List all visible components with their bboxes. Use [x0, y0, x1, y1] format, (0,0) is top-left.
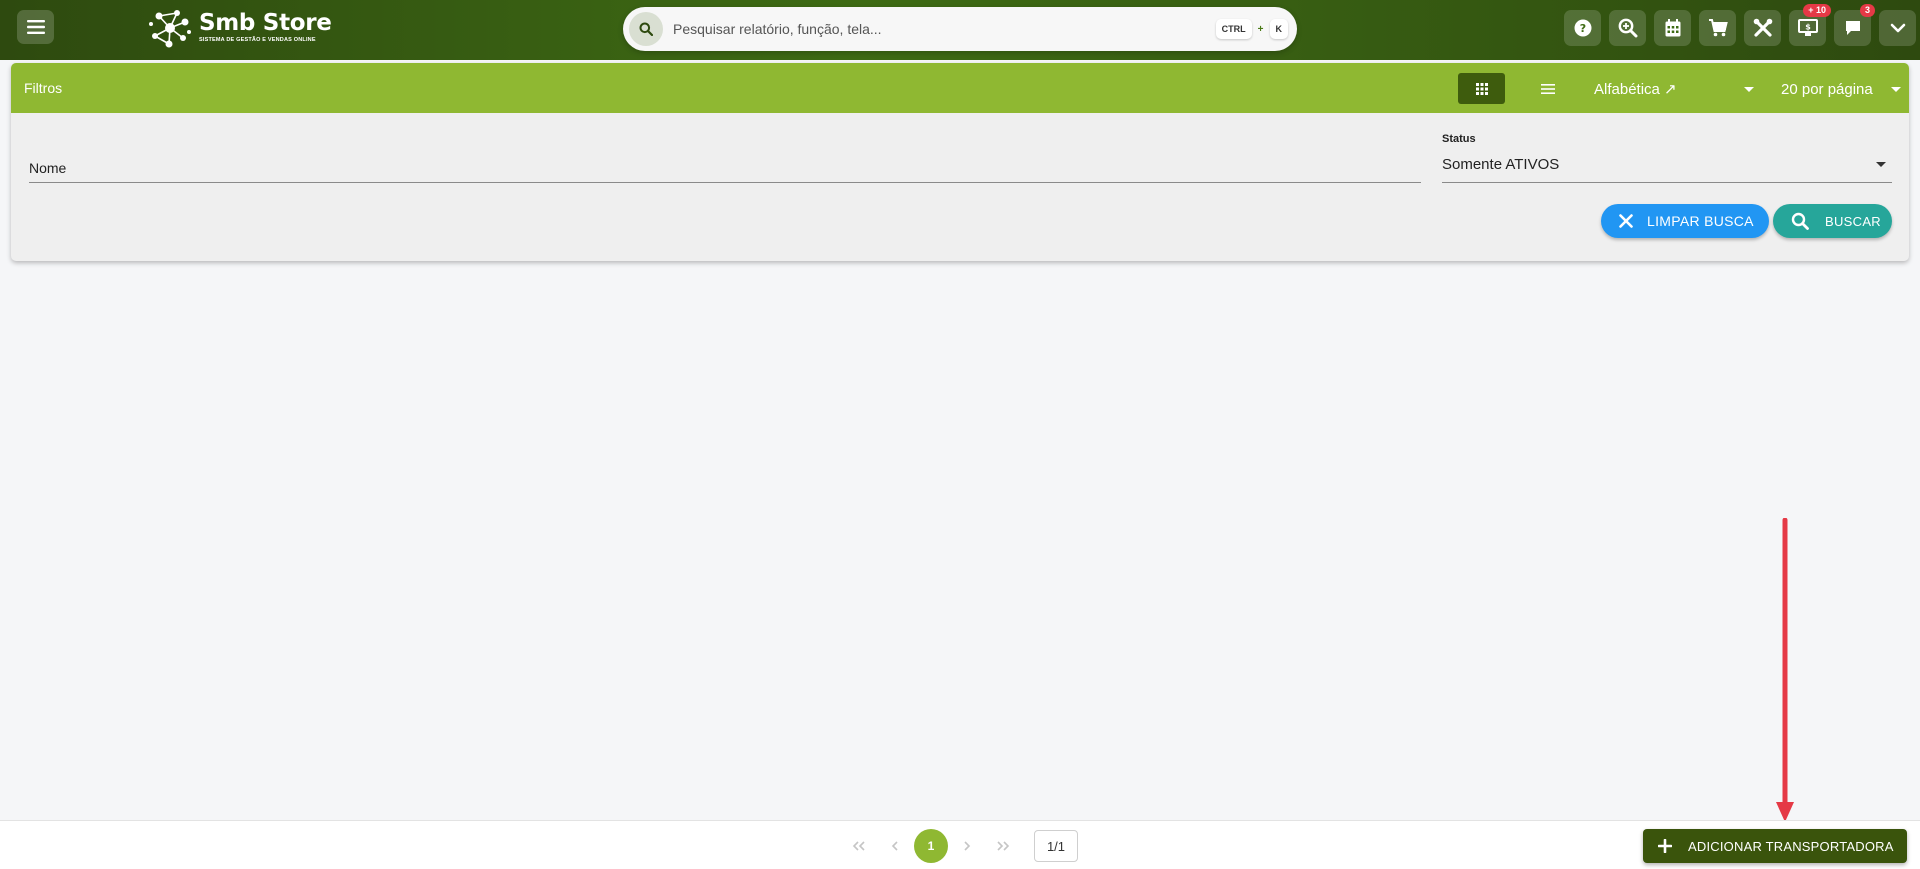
top-navigation-bar: Smb Store SISTEMA DE GESTÃO E VENDAS ONL… — [0, 0, 1920, 60]
brand-network-icon — [149, 10, 191, 48]
help-button[interactable]: ? — [1564, 10, 1601, 46]
clear-search-label: LIMPAR BUSCA — [1647, 213, 1754, 229]
tools-icon — [1753, 18, 1772, 37]
status-caret-icon — [1876, 162, 1886, 167]
svg-text:$: $ — [1805, 23, 1811, 32]
cart-icon — [1708, 19, 1728, 37]
filters-title[interactable]: Filtros — [24, 80, 62, 96]
previous-page-button[interactable] — [887, 838, 903, 854]
shortcut-plus: + — [1257, 23, 1264, 35]
sort-order-select[interactable]: Alfabética ↗ — [1582, 76, 1762, 102]
brand-tagline: SISTEMA DE GESTÃO E VENDAS ONLINE — [199, 37, 316, 44]
per-page-select[interactable]: 20 por página — [1769, 76, 1909, 102]
annotation-arrow — [1776, 518, 1794, 822]
search-filters-label: BUSCAR — [1825, 213, 1881, 229]
menu-button[interactable] — [17, 10, 54, 44]
search-icon — [639, 22, 653, 36]
grid-view-icon — [1475, 82, 1488, 95]
per-page-value: 20 por página — [1781, 80, 1873, 98]
first-page-button[interactable] — [851, 838, 867, 854]
brand-name: Smb Store — [199, 10, 332, 37]
list-view-toggle[interactable] — [1524, 73, 1571, 104]
tools-button[interactable] — [1744, 10, 1781, 46]
close-icon — [1619, 214, 1633, 228]
double-chevron-left-icon — [852, 841, 865, 851]
chat-badge: 3 — [1859, 4, 1875, 17]
cart-button[interactable] — [1699, 10, 1736, 46]
monitor-icon: $ — [1797, 19, 1818, 36]
calendar-button[interactable] — [1654, 10, 1691, 46]
chevron-right-icon — [964, 841, 971, 851]
name-field[interactable]: Nome — [29, 151, 1421, 183]
add-carrier-label: ADICIONAR TRANSPORTADORA — [1688, 838, 1894, 854]
filters-header: Filtros Alfabética ↗ 20 por página — [11, 63, 1909, 113]
status-label: Status — [1442, 133, 1476, 145]
chevron-down-icon — [1890, 23, 1905, 33]
page-count: 1/1 — [1034, 830, 1078, 862]
header-actions: ? $ + 10 3 — [1564, 4, 1916, 46]
chevron-left-icon — [891, 841, 898, 851]
double-chevron-right-icon — [997, 841, 1010, 851]
search-button[interactable] — [629, 12, 663, 46]
search-icon — [1791, 212, 1809, 230]
grid-view-toggle[interactable] — [1458, 73, 1505, 104]
next-page-button[interactable] — [959, 838, 975, 854]
monitor-button[interactable]: $ + 10 — [1789, 4, 1831, 46]
hamburger-menu-icon — [26, 20, 45, 34]
sort-caret-icon — [1744, 86, 1754, 92]
monitor-badge: + 10 — [1803, 4, 1831, 17]
global-search: CTRL + K — [623, 7, 1297, 51]
brand-logo[interactable]: Smb Store SISTEMA DE GESTÃO E VENDAS ONL… — [147, 6, 332, 50]
search-filters-button[interactable]: BUSCAR — [1773, 204, 1892, 238]
help-icon: ? — [1574, 19, 1591, 37]
filters-panel: Filtros Alfabética ↗ 20 por página Nome … — [11, 63, 1909, 261]
current-page-indicator[interactable]: 1 — [914, 829, 948, 863]
plus-icon — [1658, 839, 1672, 853]
last-page-button[interactable] — [995, 838, 1011, 854]
sort-order-value: Alfabética ↗ — [1594, 81, 1677, 98]
chat-icon — [1845, 21, 1860, 35]
clear-search-button[interactable]: LIMPAR BUSCA — [1601, 204, 1769, 238]
user-menu-button[interactable] — [1879, 10, 1916, 46]
chat-button[interactable]: 3 — [1834, 4, 1875, 46]
name-field-label: Nome — [29, 160, 67, 176]
calendar-icon — [1665, 19, 1680, 37]
search-input[interactable] — [673, 21, 1216, 37]
per-page-caret-icon — [1891, 86, 1901, 92]
list-view-icon — [1540, 83, 1555, 94]
status-select[interactable]: Status Somente ATIVOS — [1442, 133, 1892, 183]
zoom-search-icon — [1618, 18, 1637, 38]
zoom-search-button[interactable] — [1609, 10, 1646, 46]
add-carrier-button[interactable]: ADICIONAR TRANSPORTADORA — [1643, 829, 1907, 863]
svg-text:?: ? — [1579, 22, 1585, 35]
shortcut-ctrl-key: CTRL — [1215, 19, 1252, 39]
shortcut-k-key: K — [1269, 19, 1288, 39]
bottom-bar: 1 1/1 ADICIONAR TRANSPORTADORA — [0, 820, 1920, 869]
status-value: Somente ATIVOS — [1442, 156, 1560, 173]
